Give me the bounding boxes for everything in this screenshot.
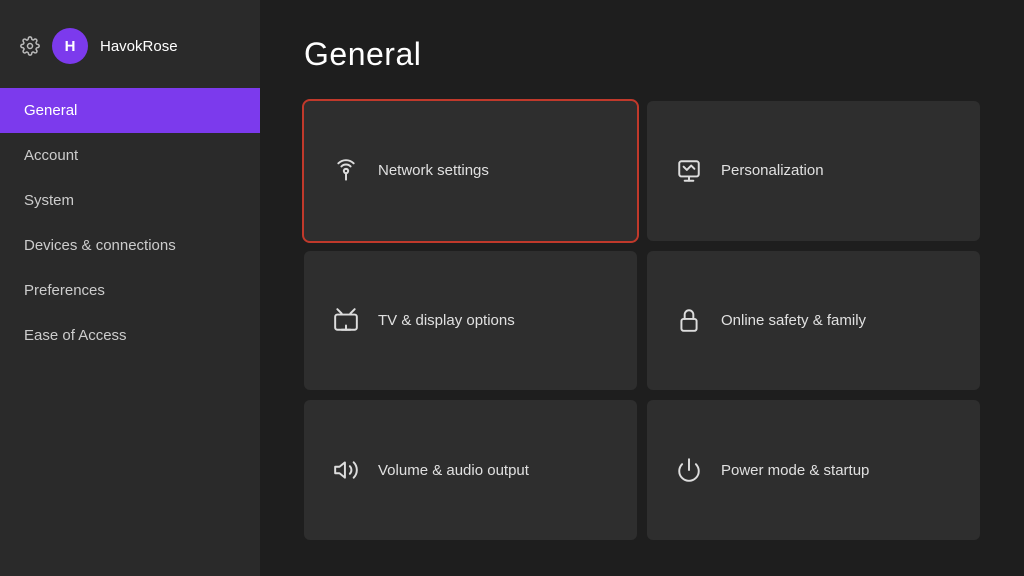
user-header: H HavokRose [0,18,260,84]
sidebar: H HavokRose General Account System Devic… [0,0,260,576]
tv-display-label: TV & display options [378,312,515,329]
nav-list: General Account System Devices & connect… [0,88,260,358]
personalization-icon [675,158,703,184]
network-settings-tile[interactable]: Network settings [304,101,637,241]
sidebar-item-ease[interactable]: Ease of Access [0,313,260,358]
settings-grid: Network settings Personalization [304,101,980,540]
power-tile[interactable]: Power mode & startup [647,400,980,540]
sidebar-item-devices[interactable]: Devices & connections [0,223,260,268]
username: HavokRose [100,38,178,55]
tv-display-tile[interactable]: TV & display options [304,251,637,391]
tv-icon [332,307,360,333]
volume-tile[interactable]: Volume & audio output [304,400,637,540]
main-content: General Network settings [260,0,1024,576]
online-safety-tile[interactable]: Online safety & family [647,251,980,391]
sidebar-item-account[interactable]: Account [0,133,260,178]
sidebar-item-preferences[interactable]: Preferences [0,268,260,313]
power-icon [675,457,703,483]
online-safety-label: Online safety & family [721,312,866,329]
gear-icon[interactable] [20,36,40,56]
personalization-label: Personalization [721,162,824,179]
sidebar-item-general[interactable]: General [0,88,260,133]
page-title: General [304,36,980,73]
power-label: Power mode & startup [721,462,869,479]
avatar: H [52,28,88,64]
network-icon [332,158,360,184]
network-settings-label: Network settings [378,162,489,179]
volume-icon [332,457,360,483]
personalization-tile[interactable]: Personalization [647,101,980,241]
volume-label: Volume & audio output [378,462,529,479]
lock-icon [675,307,703,333]
sidebar-item-system[interactable]: System [0,178,260,223]
